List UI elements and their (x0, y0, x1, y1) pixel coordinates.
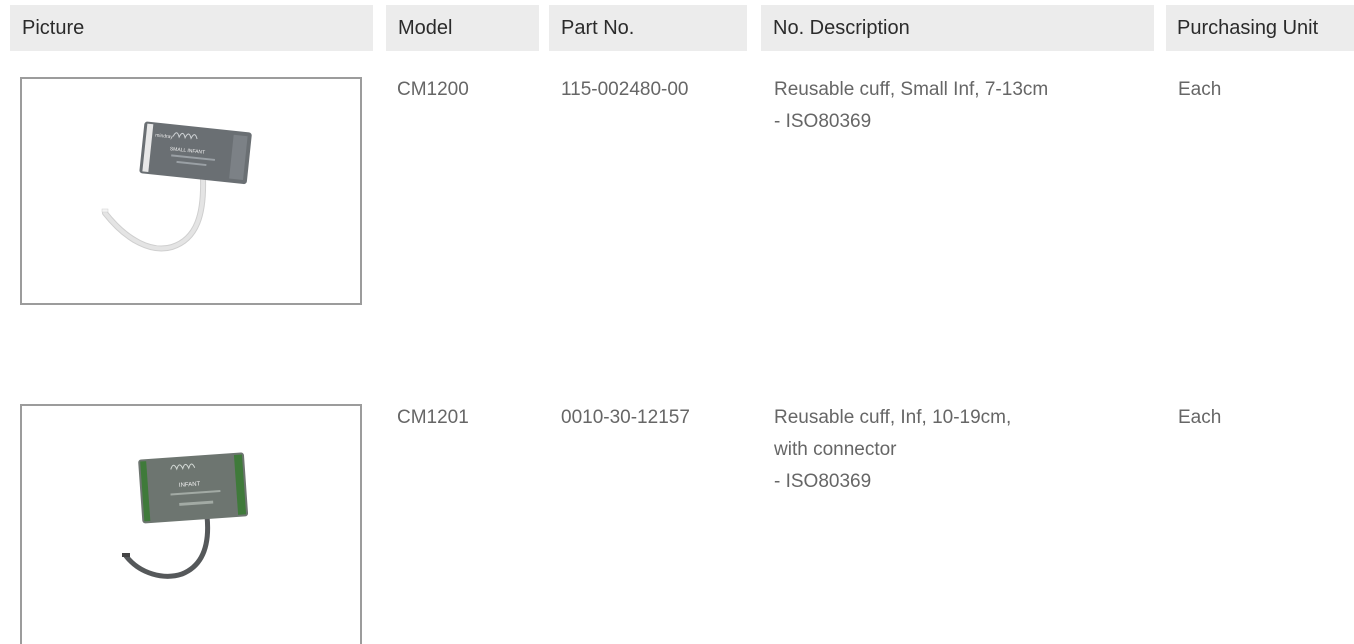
description-line: Reusable cuff, Inf, 10-19cm, (774, 407, 1012, 428)
part-no-115-002480-00: 115-002480-00 (561, 79, 689, 100)
part-no-0010-30-12157: 0010-30-12157 (561, 407, 690, 428)
model-cm1200: CM1200 (397, 79, 469, 100)
header-model: Model (386, 5, 539, 51)
purchasing-unit-row-1: Each (1178, 79, 1222, 100)
description-row-1: Reusable cuff, Small Inf, 7-13cm - ISO80… (774, 74, 1048, 138)
product-image-infant-cuff: INFANT (20, 404, 362, 644)
header-purchasing-unit: Purchasing Unit (1166, 5, 1354, 51)
header-part-no: Part No. (549, 5, 747, 51)
infant-cuff-photo-icon: INFANT (122, 452, 249, 579)
description-line: - ISO80369 (774, 111, 872, 132)
model-cm1201: CM1201 (397, 407, 469, 428)
description-row-2: Reusable cuff, Inf, 10-19cm, with connec… (774, 402, 1011, 498)
purchasing-unit-row-2: Each (1178, 407, 1222, 428)
header-picture: Picture (10, 5, 373, 51)
description-line: Reusable cuff, Small Inf, 7-13cm (774, 79, 1049, 100)
description-line: with connector (774, 439, 897, 460)
small-infant-cuff-photo-icon: mindray SMALL INFANT (101, 121, 252, 252)
header-description: No. Description (761, 5, 1154, 51)
product-image-small-infant-cuff: mindray SMALL INFANT (20, 77, 362, 305)
description-line: - ISO80369 (774, 471, 872, 492)
